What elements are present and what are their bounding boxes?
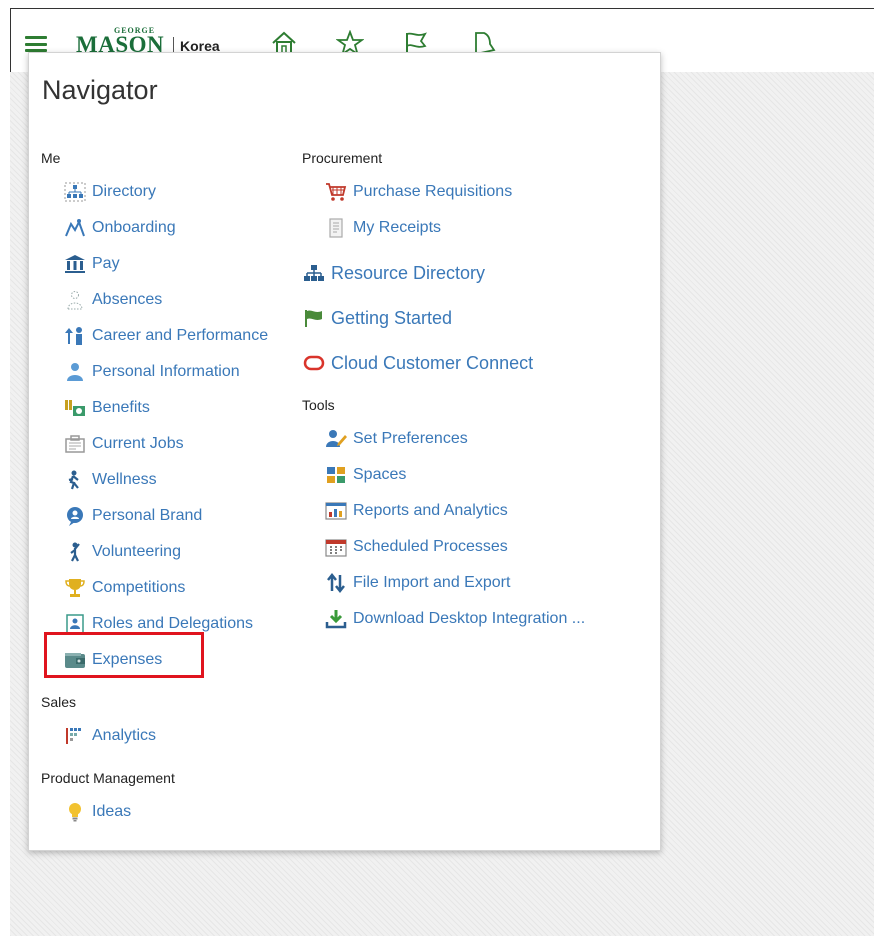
nav-item-download-desktop-integration[interactable]: Download Desktop Integration ...: [325, 607, 585, 631]
nav-item-label: Competitions: [92, 579, 186, 596]
navigator-title: Navigator: [42, 75, 158, 105]
bank-icon: [64, 253, 86, 275]
nav-item-label: Spaces: [353, 466, 407, 483]
nav-item-label: Directory: [92, 183, 157, 200]
career-icon: [64, 325, 86, 347]
section-heading-tools: Tools: [302, 397, 335, 413]
nav-item-label: Analytics: [92, 727, 157, 744]
nav-item-label: Current Jobs: [92, 435, 184, 452]
nav-item-label: Cloud Customer Connect: [331, 352, 534, 373]
nav-item-label: Download Desktop Integration ...: [353, 610, 586, 627]
wellness-icon: [64, 469, 86, 491]
nav-item-current-jobs[interactable]: Current Jobs: [64, 432, 184, 456]
nav-item-label: Volunteering: [92, 543, 181, 560]
nav-item-reports-and-analytics[interactable]: Reports and Analytics: [325, 499, 508, 523]
nav-item-competitions[interactable]: Competitions: [64, 576, 185, 600]
nav-item-label: File Import and Export: [353, 574, 511, 591]
nav-item-roles-and-delegations[interactable]: Roles and Delegations: [64, 612, 253, 636]
section-heading-sales: Sales: [41, 694, 77, 710]
nav-item-label: Set Preferences: [353, 430, 468, 447]
nav-item-wellness[interactable]: Wellness: [64, 468, 157, 492]
onboarding-icon: [64, 217, 86, 239]
reports-icon: [325, 500, 347, 522]
directory-icon: [64, 181, 86, 203]
logo-separator: [173, 37, 174, 53]
nav-item-label: Career and Performance: [92, 327, 269, 344]
lightbulb-icon: [64, 801, 86, 823]
nav-item-label: Expenses: [92, 651, 163, 668]
nav-item-spaces[interactable]: Spaces: [325, 463, 406, 487]
nav-item-personal-brand[interactable]: Personal Brand: [64, 504, 202, 528]
nav-item-analytics[interactable]: Analytics: [64, 724, 156, 748]
nav-item-getting-started[interactable]: Getting Started: [303, 306, 452, 330]
nav-item-career[interactable]: Career and Performance: [64, 324, 268, 348]
trophy-icon: [64, 577, 86, 599]
nav-item-onboarding[interactable]: Onboarding: [64, 216, 176, 240]
nav-item-label: Benefits: [92, 399, 150, 416]
navigator-panel: Navigator Me Directory Onboarding Pay Ab…: [28, 52, 661, 851]
analytics-icon: [64, 725, 86, 747]
nav-item-label: Absences: [92, 291, 163, 308]
nav-item-label: Scheduled Processes: [353, 538, 508, 555]
nav-item-label: My Receipts: [353, 219, 442, 236]
calendar-icon: [325, 536, 347, 558]
nav-item-expenses[interactable]: Expenses: [64, 648, 162, 672]
section-heading-me: Me: [41, 150, 61, 166]
nav-item-file-import-and-export[interactable]: File Import and Export: [325, 571, 510, 595]
flag-icon: [303, 307, 325, 329]
nav-item-label: Getting Started: [331, 307, 453, 328]
nav-item-label: Resource Directory: [331, 262, 486, 283]
nav-item-set-preferences[interactable]: Set Preferences: [325, 427, 468, 451]
wallet-icon: [64, 649, 86, 671]
nav-item-resource-directory[interactable]: Resource Directory: [303, 261, 485, 285]
nav-item-label: Onboarding: [92, 219, 176, 236]
nav-item-label: Personal Information: [92, 363, 240, 380]
person-icon: [64, 361, 86, 383]
import-export-icon: [325, 572, 347, 594]
menu-icon[interactable]: [25, 36, 47, 52]
nav-item-cloud-customer-connect[interactable]: Cloud Customer Connect: [303, 351, 533, 375]
connect-icon: [303, 352, 325, 374]
nav-item-directory[interactable]: Directory: [64, 180, 156, 204]
nav-item-absences[interactable]: Absences: [64, 288, 162, 312]
nav-item-label: Pay: [92, 255, 120, 272]
nav-item-my-receipts[interactable]: My Receipts: [325, 216, 441, 240]
nav-item-label: Personal Brand: [92, 507, 203, 524]
volunteer-icon: [64, 541, 86, 563]
nav-item-personal-information[interactable]: Personal Information: [64, 360, 240, 384]
nav-item-purchase-requisitions[interactable]: Purchase Requisitions: [325, 180, 512, 204]
nav-item-volunteering[interactable]: Volunteering: [64, 540, 181, 564]
section-heading-product-management: Product Management: [41, 770, 175, 786]
receipt-icon: [325, 217, 347, 239]
roles-icon: [64, 613, 86, 635]
nav-item-label: Wellness: [92, 471, 157, 488]
nav-item-label: Purchase Requisitions: [353, 183, 513, 200]
cart-icon: [325, 181, 347, 203]
brand-icon: [64, 505, 86, 527]
spaces-icon: [325, 464, 347, 486]
nav-item-pay[interactable]: Pay: [64, 252, 120, 276]
nav-item-label: Reports and Analytics: [353, 502, 508, 519]
download-icon: [325, 608, 347, 630]
nav-item-label: Ideas: [92, 803, 132, 820]
org-chart-icon: [303, 262, 325, 284]
benefits-icon: [64, 397, 86, 419]
nav-item-ideas[interactable]: Ideas: [64, 800, 131, 824]
nav-item-label: Roles and Delegations: [92, 615, 253, 632]
absences-icon: [64, 289, 86, 311]
nav-item-benefits[interactable]: Benefits: [64, 396, 150, 420]
jobs-icon: [64, 433, 86, 455]
nav-item-scheduled-processes[interactable]: Scheduled Processes: [325, 535, 508, 559]
section-heading-procurement: Procurement: [302, 150, 383, 166]
preferences-icon: [325, 428, 347, 450]
